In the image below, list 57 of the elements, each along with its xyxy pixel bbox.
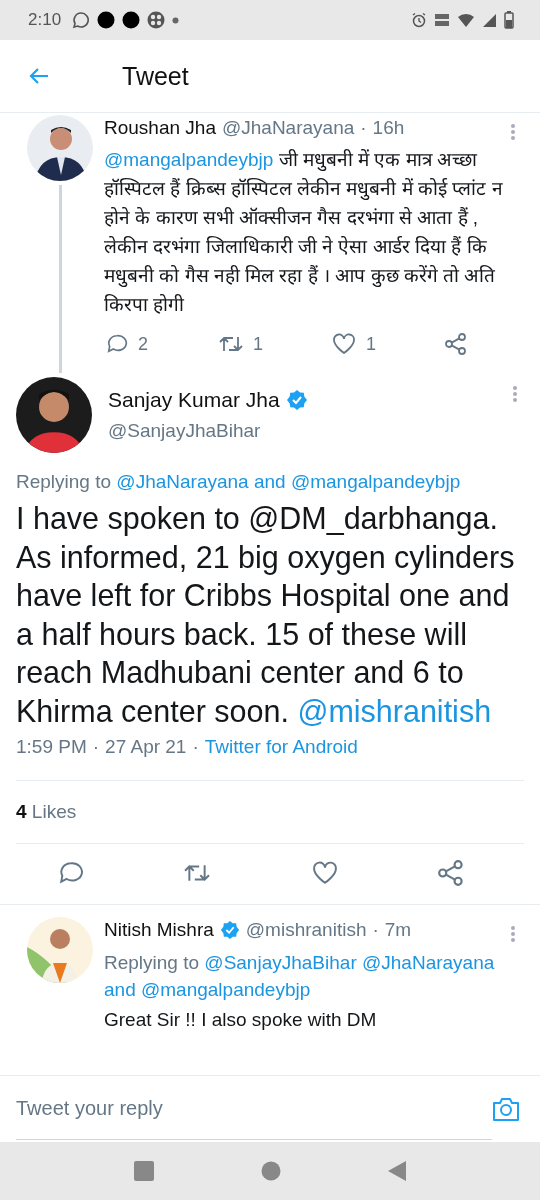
alarm-icon xyxy=(411,12,427,28)
author-name: Sanjay Kumar Jha xyxy=(108,388,280,412)
action-count: 2 xyxy=(138,333,148,355)
replying-to-line: Replying to @SanjayJhaBihar @JhaNarayana and @mangalpandeybjp xyxy=(104,951,496,1002)
page-title: Tweet xyxy=(122,61,189,91)
share-icon[interactable] xyxy=(445,333,467,355)
action-count: 1 xyxy=(366,333,376,355)
separator-dot: · xyxy=(192,736,199,758)
tweet-text: I have spoken to @DM_darbhanga. As informed, 21 big oxygen cylinders have left for Cribbs Hospital one and a half hours back. 15 of these will reach Madhubani center and 6 to Khirma center soon. @mishranitish xyxy=(16,500,516,730)
replying-to-line: Replying to @JhaNarayana and @mangalpandeybjp xyxy=(16,471,462,493)
mention-link[interactable]: @mishranitish xyxy=(297,693,492,728)
wifi-icon xyxy=(457,12,475,28)
heart-icon[interactable] xyxy=(310,861,339,885)
author-name: Roushan Jha xyxy=(104,117,216,139)
heart-icon[interactable] xyxy=(332,333,356,355)
more-icon[interactable] xyxy=(512,385,518,403)
status-time: 2:10 xyxy=(28,10,62,30)
tweet-text: @mangalpandeybjp जी मधुबनी में एक मात्र अच्छा हॉस्पिटल हैं क्रिब्स हॉस्पिटल लेकीन मधुबनी में कोई प्लांट न होने के कारण सभी ऑक्सीजन गैस दरभंगा से आता हैं , लेकीन दरभंगा जिलाधिकारी जी ने ऐसा आर्डर दिया हैं कि मधुबनी को गैस नही मिल रहा हैं । आप कुछ करेंगे तो अति किरपा होगी xyxy=(104,148,504,317)
separator-dot: · xyxy=(92,736,100,758)
source-link[interactable]: Twitter for Android xyxy=(204,736,358,758)
mention-link[interactable]: @mangalpandeybjp xyxy=(141,979,311,1000)
grid-icon xyxy=(147,11,166,29)
mention-link[interactable]: @mangalpandeybjp xyxy=(290,471,461,492)
more-icon[interactable] xyxy=(510,123,516,141)
chat-app-icon xyxy=(72,11,91,29)
mention-link[interactable]: @JhaNarayana xyxy=(362,952,495,973)
volte-icon xyxy=(434,12,450,28)
tweet-time: 1:59 PM xyxy=(16,736,87,758)
dot-icon xyxy=(122,11,141,29)
more-icon[interactable] xyxy=(510,925,516,943)
mention-link[interactable]: @SanjayJhaBihar xyxy=(204,952,357,973)
author-handle: @mishranitish xyxy=(245,919,367,941)
separator-dot: · xyxy=(372,919,379,941)
back-nav-icon[interactable] xyxy=(387,1160,407,1182)
author-handle: @JhaNarayana xyxy=(221,117,355,139)
tweet-age: 16h xyxy=(372,117,405,139)
mention-link[interactable]: @JhaNarayana xyxy=(116,471,249,492)
share-icon[interactable] xyxy=(438,860,464,886)
home-icon[interactable] xyxy=(261,1161,281,1181)
signal-icon xyxy=(482,12,497,28)
battery-icon xyxy=(504,11,514,29)
likes-count[interactable]: 4 xyxy=(16,801,27,822)
dot-icon xyxy=(97,11,116,29)
author-name: Nitish Mishra xyxy=(104,919,214,941)
likes-label[interactable]: Likes xyxy=(31,801,77,822)
tweet-age: 7m xyxy=(384,919,412,941)
tweet-date: 27 Apr 21 xyxy=(105,736,187,758)
separator-dot: · xyxy=(360,117,367,139)
reply-icon[interactable] xyxy=(106,333,128,355)
dot-icon xyxy=(172,16,180,24)
tweet-text: Great Sir !! I also spoke with DM xyxy=(104,1009,378,1031)
action-count: 1 xyxy=(253,333,263,355)
camera-icon[interactable] xyxy=(492,1096,520,1122)
reply-icon[interactable] xyxy=(58,860,84,886)
author-handle: @SanjayJhaBihar xyxy=(108,420,262,442)
recents-icon[interactable] xyxy=(133,1160,155,1182)
mention-link[interactable]: @mangalpandeybjp xyxy=(104,149,274,170)
